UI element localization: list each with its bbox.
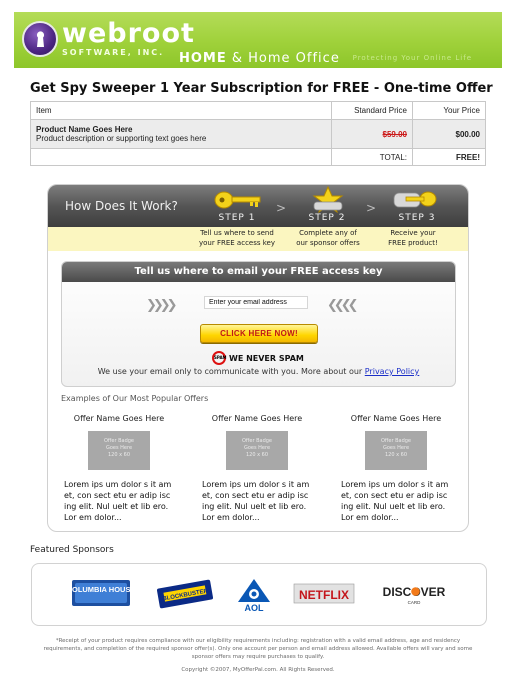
step-3-text: Receive your FREE product! <box>368 228 458 248</box>
banner-faint-text: Protecting Your Online Life <box>352 54 472 62</box>
col-your-price: Your Price <box>412 101 486 120</box>
step-2-text-line1: Complete any of <box>299 229 357 237</box>
badge-line2: Goes Here <box>105 445 133 451</box>
aol-logo[interactable]: AOL <box>234 578 274 613</box>
brand-name: webroot <box>62 18 195 49</box>
email-input[interactable] <box>204 296 308 309</box>
badge-line2: Goes Here <box>382 445 410 451</box>
offer-desc: Lorem ips um dolor s it am et, con sect … <box>64 480 172 522</box>
sponsors-box: COLUMBIA HOUSE BLOCKBUSTER AOL NETFLIX D… <box>31 563 487 626</box>
your-price: $00.00 <box>412 119 486 149</box>
aol-text: AOL <box>245 603 265 612</box>
step-2-text-line2: our sponsor offers <box>296 239 360 247</box>
discover-sub: CARD <box>408 600 422 605</box>
chevron-right-icon: ❯❯❯❯ <box>146 298 178 313</box>
offer-badge-3[interactable]: Offer Badge Goes Here 120 x 60 <box>365 431 427 470</box>
badge-line1: Offer Badge <box>380 438 412 444</box>
no-spam-icon: SPAM <box>212 351 227 365</box>
copyright: Copyright ©2007, MyOfferPal.com. All Rig… <box>181 667 335 673</box>
badge-line2: Goes Here <box>243 445 271 451</box>
hand-key-icon <box>393 191 437 208</box>
badge-line3: 120 x 60 <box>245 452 269 458</box>
click-here-now-button[interactable]: CLICK HERE NOW! <box>200 324 318 343</box>
offer-name[interactable]: Offer Name Goes Here <box>64 414 174 423</box>
offer-name-2[interactable]: Offer Name Goes Here <box>202 414 312 423</box>
badge-line3: 120 x 60 <box>384 452 408 458</box>
keyhole-icon <box>36 31 45 47</box>
col-item: Item <box>30 101 332 120</box>
main-panel: How Does It Work? STEP 1 > STEP 2 > STEP… <box>47 184 469 532</box>
badge-line3: 120 x 60 <box>107 452 131 458</box>
discover-card-logo[interactable]: DISCOVER CARD <box>378 578 450 610</box>
order-table-header: Item Standard Price Your Price <box>30 101 486 120</box>
how-it-works-bar: How Does It Work? STEP 1 > STEP 2 > STEP… <box>48 185 468 227</box>
tagline-home: HOME <box>179 51 227 66</box>
total-label: TOTAL: <box>331 148 413 166</box>
disclaimer: *Receipt of your product requires compli… <box>43 638 473 660</box>
email-form: Tell us where to email your FREE access … <box>61 261 456 387</box>
email-form-heading: Tell us where to email your FREE access … <box>62 262 455 282</box>
privacy-text: We use your email only to communicate wi… <box>97 367 365 376</box>
step-2: STEP 2 <box>290 185 364 227</box>
no-spam-notice: SPAM WE NEVER SPAM <box>212 351 304 365</box>
offer-desc-3: Lorem ips um dolor s it am et, con sect … <box>341 480 449 522</box>
star-hand-icon <box>312 186 344 214</box>
step-3-text-line2: FREE product! <box>388 239 438 247</box>
step-2-label: STEP 2 <box>308 213 346 223</box>
step-1-text: Tell us where to send your FREE access k… <box>192 228 282 248</box>
offer-card-1[interactable]: Offer Name Goes Here Offer Badge Goes He… <box>64 414 174 523</box>
table-row: Product Name Goes Here Product descripti… <box>30 119 486 149</box>
total-row: TOTAL: FREE! <box>30 148 486 166</box>
chevron-left-icon: ❮❮❮❮ <box>327 298 359 313</box>
total-value: FREE! <box>412 148 486 166</box>
step-2-text: Complete any of our sponsor offers <box>283 228 373 248</box>
standard-price: $59.00 <box>382 129 407 139</box>
product-name: Product Name Goes Here <box>36 125 133 134</box>
step-arrow-icon: > <box>276 201 287 215</box>
step-arrow-icon-2: > <box>366 201 377 215</box>
step-3: STEP 3 <box>380 185 454 227</box>
how-it-works-title: How Does It Work? <box>65 199 178 213</box>
offer-badge-2[interactable]: Offer Badge Goes Here 120 x 60 <box>226 431 288 470</box>
step-1-text-line1: Tell us where to send <box>200 229 274 237</box>
no-spam-text: WE NEVER SPAM <box>229 353 304 363</box>
step-1: STEP 1 <box>200 185 274 227</box>
columbia-house-logo[interactable]: COLUMBIA HOUSE <box>67 578 135 610</box>
offer-title: Get Spy Sweeper 1 Year Subscription for … <box>30 81 493 96</box>
offer-badge[interactable]: Offer Badge Goes Here 120 x 60 <box>88 431 150 470</box>
blockbuster-logo[interactable]: BLOCKBUSTER <box>154 578 216 610</box>
offer-card-2[interactable]: Offer Name Goes Here Offer Badge Goes He… <box>202 414 312 523</box>
badge-line1: Offer Badge <box>103 438 135 444</box>
order-table: Item Standard Price Your Price Product N… <box>30 101 486 166</box>
key-icon <box>214 191 261 209</box>
offer-card-3[interactable]: Offer Name Goes Here Offer Badge Goes He… <box>341 414 451 523</box>
total-spacer <box>30 148 332 166</box>
product-cell: Product Name Goes Here Product descripti… <box>30 119 332 149</box>
sponsors-title: Featured Sponsors <box>30 545 114 555</box>
netflix-text: NETFLIX <box>299 588 349 602</box>
privacy-policy-link[interactable]: Privacy Policy <box>365 367 420 376</box>
header-banner: webroot SOFTWARE, INC. HOME & Home Offic… <box>14 12 502 68</box>
tagline-rest: & Home Office <box>226 51 340 66</box>
standard-price-cell: $59.00 <box>331 119 413 149</box>
tagline: HOME & Home Office <box>179 51 340 66</box>
badge-line1: Offer Badge <box>241 438 273 444</box>
product-desc: Product description or supporting text g… <box>36 134 207 143</box>
privacy-notice: We use your email only to communicate wi… <box>62 367 455 376</box>
step-1-label: STEP 1 <box>218 213 256 223</box>
step-3-text-line1: Receive your <box>390 229 436 237</box>
no-spam-icon-text: SPAM <box>214 355 227 360</box>
examples-title: Examples of Our Most Popular Offers <box>61 394 209 403</box>
step-1-text-line2: your FREE access key <box>199 239 275 247</box>
columbia-house-text: COLUMBIA HOUSE <box>72 585 130 594</box>
netflix-logo[interactable]: NETFLIX <box>293 578 355 610</box>
brand-subtitle: SOFTWARE, INC. <box>62 48 165 57</box>
step-3-label: STEP 3 <box>398 213 436 223</box>
webroot-logo-icon <box>22 21 58 57</box>
col-standard-price: Standard Price <box>331 101 413 120</box>
offer-desc-2: Lorem ips um dolor s it am et, con sect … <box>202 480 310 522</box>
offer-name-3[interactable]: Offer Name Goes Here <box>341 414 451 423</box>
